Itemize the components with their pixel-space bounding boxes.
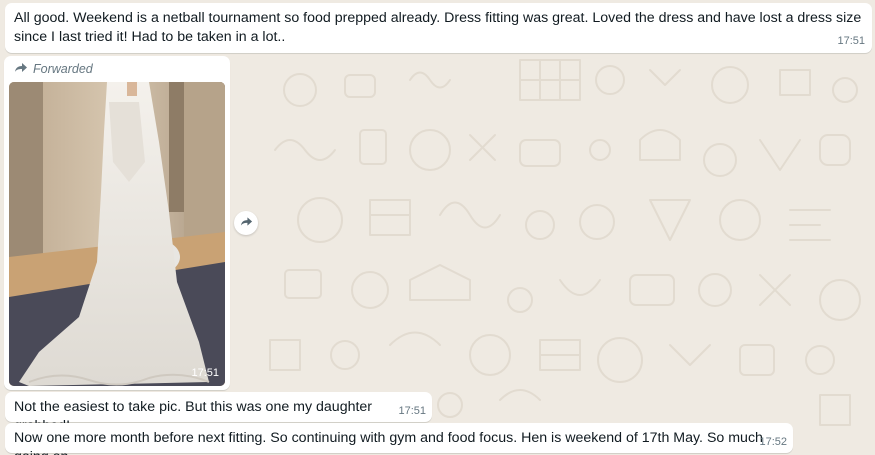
wedding-dress-photo bbox=[9, 82, 225, 386]
message-bubble: All good. Weekend is a netball tournamen… bbox=[5, 3, 872, 53]
message-image[interactable]: 17:51 bbox=[9, 82, 225, 386]
message-text: All good. Weekend is a netball tournamen… bbox=[14, 10, 862, 45]
message-text: Now one more month before next fitting. … bbox=[14, 430, 763, 455]
message-time: 17:51 bbox=[191, 367, 219, 379]
forwarded-image-message: Forwarded 17:51 bbox=[4, 56, 230, 390]
forwarded-label: Forwarded bbox=[33, 62, 93, 76]
message-bubble: Not the easiest to take pic. But this wa… bbox=[5, 392, 432, 434]
message-time: 17:51 bbox=[837, 35, 865, 47]
forward-message-button[interactable] bbox=[234, 211, 258, 235]
share-forward-icon bbox=[240, 214, 253, 232]
message-time: 17:51 bbox=[398, 405, 426, 417]
message-time: 17:52 bbox=[759, 436, 787, 448]
forward-arrow-icon bbox=[14, 60, 28, 79]
forwarded-label-row: Forwarded bbox=[8, 60, 226, 79]
message-bubble: Now one more month before next fitting. … bbox=[5, 423, 793, 455]
